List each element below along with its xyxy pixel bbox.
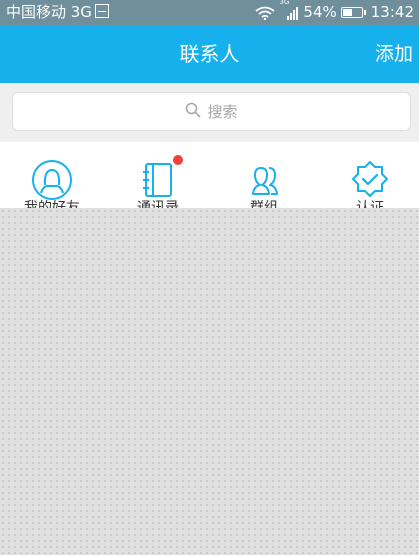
- sim-icon: [94, 4, 109, 18]
- search-input[interactable]: 搜索: [12, 92, 411, 131]
- search-area: 搜索: [0, 83, 419, 142]
- search-placeholder: 搜索: [207, 103, 238, 121]
- quick-action-label: 我的好友: [24, 200, 80, 208]
- add-button[interactable]: 添加: [375, 25, 413, 83]
- quick-action-groups[interactable]: 群组: [212, 142, 316, 208]
- search-icon: [185, 102, 201, 122]
- address-book-icon: [143, 163, 172, 197]
- signal-icon: 3G: [279, 0, 299, 20]
- quick-action-verified[interactable]: 认证: [318, 142, 419, 208]
- person-avatar-icon: [32, 160, 72, 200]
- quick-action-address-book[interactable]: 通讯录: [106, 142, 210, 208]
- quick-action-friends[interactable]: 我的好友: [0, 142, 104, 208]
- quick-action-label: 通讯录: [137, 200, 179, 208]
- status-bar: 中国移动 3G 3G 54% 13:42: [0, 0, 419, 25]
- wifi-icon: [255, 6, 275, 20]
- status-indicators: 3G 54% 13:42: [255, 0, 414, 25]
- app-header: 联系人 添加: [0, 25, 419, 83]
- quick-action-label: 群组: [250, 200, 278, 208]
- clock: 13:42: [370, 3, 414, 21]
- quick-actions: 我的好友 通讯录 群组 认证: [0, 142, 419, 208]
- quick-action-label: 认证: [356, 200, 384, 208]
- network-type-label: 3G: [279, 0, 290, 6]
- notification-badge: [173, 155, 183, 165]
- carrier-info: 中国移动 3G: [6, 0, 109, 25]
- loading-overlay: [0, 208, 419, 555]
- battery-percent: 54%: [303, 3, 337, 21]
- page-title: 联系人: [179, 42, 240, 66]
- carrier-label: 中国移动 3G: [6, 3, 92, 21]
- group-icon: [252, 167, 278, 195]
- battery-icon: [340, 7, 366, 18]
- verified-badge-icon: [352, 161, 388, 197]
